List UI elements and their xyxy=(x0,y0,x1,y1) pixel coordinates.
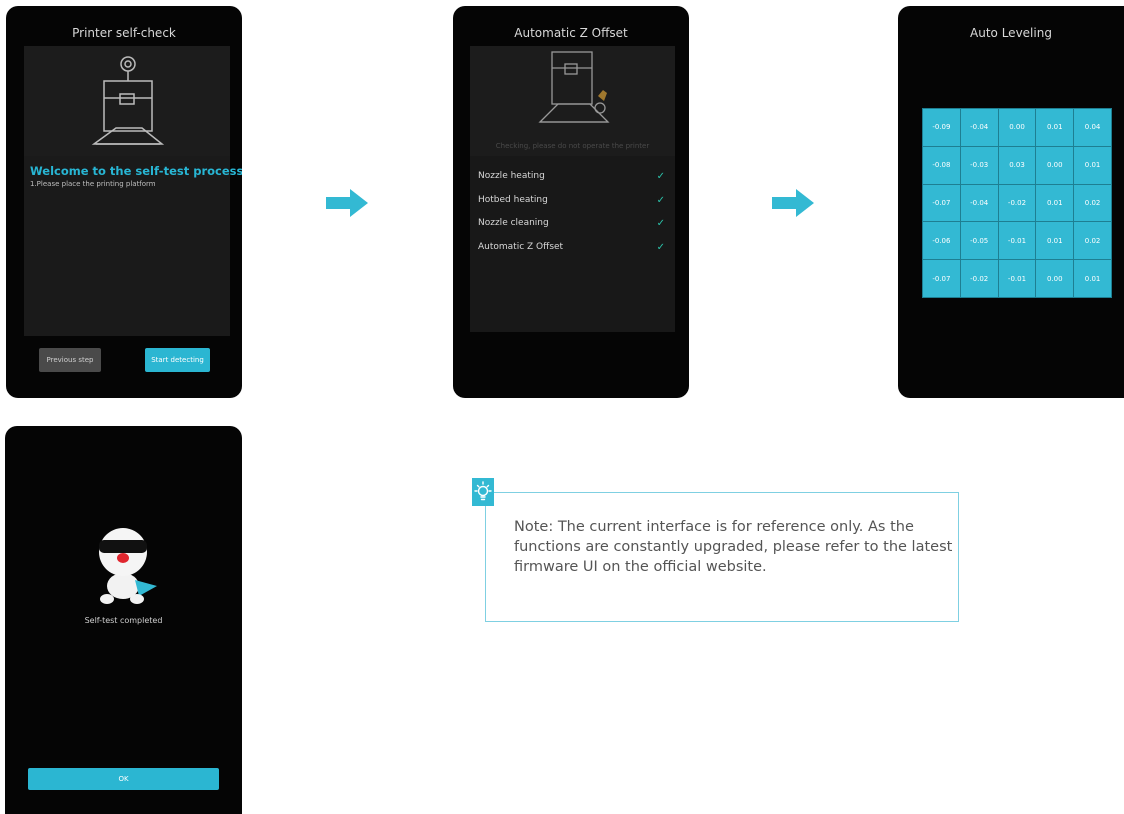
grid-cell: -0.01 xyxy=(998,222,1036,260)
mascot-icon xyxy=(99,528,157,604)
grid-cell: -0.08 xyxy=(923,146,960,184)
grid-cell: -0.04 xyxy=(960,184,998,222)
grid-cell: 0.03 xyxy=(998,146,1036,184)
lightbulb-icon xyxy=(472,478,494,506)
note-text: Note: The current interface is for refer… xyxy=(514,519,953,575)
list-item: Nozzle heating ✓ xyxy=(478,171,667,185)
item-label: Nozzle heating xyxy=(478,171,545,181)
arrow-right-icon xyxy=(326,189,368,217)
welcome-heading: Welcome to the self-test process xyxy=(30,164,242,178)
previous-step-button[interactable]: Previous step xyxy=(39,348,101,372)
list-item: Automatic Z Offset ✓ xyxy=(478,242,667,256)
grid-cell: -0.05 xyxy=(960,222,998,260)
grid-cell: -0.03 xyxy=(960,146,998,184)
auto-leveling-screen: Auto Leveling -0.09 -0.04 0.00 0.01 0.04… xyxy=(898,6,1124,398)
printer-icon xyxy=(91,56,165,145)
screen-title: Auto Leveling xyxy=(970,26,1052,40)
ok-button[interactable]: OK xyxy=(28,768,219,790)
grid-cell: 0.01 xyxy=(1074,146,1111,184)
grid-cell: 0.02 xyxy=(1074,184,1111,222)
grid-cell: -0.07 xyxy=(923,260,960,297)
grid-cell: -0.09 xyxy=(923,109,960,146)
note-box: Note: The current interface is for refer… xyxy=(485,492,959,622)
screen-title: Automatic Z Offset xyxy=(514,26,628,40)
screen-title: Printer self-check xyxy=(72,26,176,40)
printer-icon xyxy=(538,51,610,123)
list-item: Hotbed heating ✓ xyxy=(478,195,667,209)
grid-cell: 0.00 xyxy=(1036,146,1074,184)
z-offset-screen: Automatic Z Offset Checking, please do n… xyxy=(453,6,689,398)
list-item: Nozzle cleaning ✓ xyxy=(478,218,667,232)
printer-image-panel: Checking, please do not operate the prin… xyxy=(470,46,675,156)
grid-cell: 0.00 xyxy=(998,109,1036,146)
checkmark-icon: ✓ xyxy=(656,195,665,206)
grid-cell: -0.02 xyxy=(960,260,998,297)
grid-cell: 0.01 xyxy=(1036,222,1074,260)
grid-cell: 0.01 xyxy=(1074,260,1111,297)
grid-cell: 0.02 xyxy=(1074,222,1111,260)
grid-cell: -0.07 xyxy=(923,184,960,222)
grid-cell: 0.00 xyxy=(1036,260,1074,297)
grid-cell: 0.01 xyxy=(1036,184,1074,222)
item-label: Automatic Z Offset xyxy=(478,242,564,252)
complete-message: Self-test completed xyxy=(84,616,163,625)
self-check-screen: Printer self-check Welcome to the self-t… xyxy=(6,6,242,398)
arrow-right-icon xyxy=(772,189,814,217)
grid-cell: 0.04 xyxy=(1074,109,1111,146)
instruction-text: 1.Please place the printing platform xyxy=(30,180,156,188)
grid-cell: -0.02 xyxy=(998,184,1036,222)
grid-cell: -0.06 xyxy=(923,222,960,260)
self-test-complete-screen: Self-test completed OK xyxy=(5,426,242,814)
grid-cell: -0.01 xyxy=(998,260,1036,297)
start-detecting-button[interactable]: Start detecting xyxy=(145,348,210,372)
checking-text: Checking, please do not operate the prin… xyxy=(495,142,650,150)
item-label: Nozzle cleaning xyxy=(478,218,549,228)
check-list: Nozzle heating ✓ Hotbed heating ✓ Nozzle… xyxy=(470,156,675,332)
checkmark-icon: ✓ xyxy=(656,218,665,229)
checkmark-icon: ✓ xyxy=(656,242,665,253)
checkmark-icon: ✓ xyxy=(656,171,665,182)
printer-image-panel xyxy=(24,46,230,156)
grid-cell: 0.01 xyxy=(1036,109,1074,146)
leveling-grid: -0.09 -0.04 0.00 0.01 0.04 -0.08 -0.03 0… xyxy=(922,108,1112,298)
grid-cell: -0.04 xyxy=(960,109,998,146)
item-label: Hotbed heating xyxy=(478,195,548,205)
instruction-panel: Welcome to the self-test process 1.Pleas… xyxy=(24,156,242,336)
